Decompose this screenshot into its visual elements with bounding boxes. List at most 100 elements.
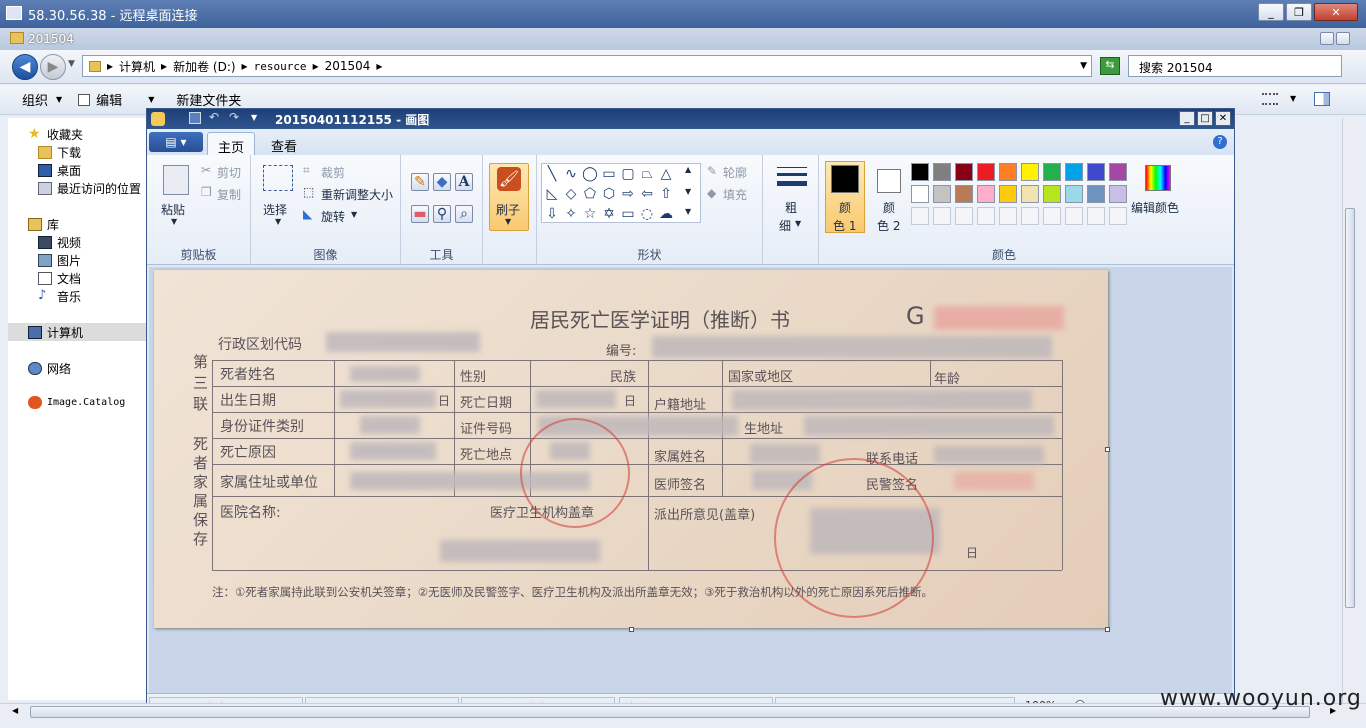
history-dropdown-icon[interactable]: ▼ [68, 59, 75, 69]
size-button-label1[interactable]: 粗 [785, 199, 797, 216]
palette-swatch[interactable] [911, 163, 929, 181]
diamond-shape-icon[interactable]: ◇ [562, 185, 580, 203]
organize-dropdown-icon[interactable]: ▼ [56, 95, 62, 104]
breadcrumb-drive[interactable]: 新加卷 (D:) [173, 58, 235, 75]
right-arrow-shape-icon[interactable]: ⇨ [619, 185, 637, 203]
scroll-left-icon[interactable]: ◀ [12, 706, 18, 715]
explorer-restore-button[interactable] [1336, 32, 1350, 45]
nav-recent[interactable]: 最近访问的位置 [38, 180, 141, 197]
quick-access-dropdown-icon[interactable]: ▼ [251, 113, 257, 122]
breadcrumb-201504[interactable]: 201504 [325, 59, 371, 73]
polygon-shape-icon[interactable]: ⏢ [638, 165, 656, 183]
canvas-area[interactable]: 居民死亡医学证明（推断）书 G 行政区划代码 编号: 第三联 死者家属保存 死者… [149, 267, 1232, 693]
shapes-scroll-down-icon[interactable]: ▼ [685, 187, 691, 196]
palette-swatch[interactable] [999, 185, 1017, 203]
paint-close-button[interactable]: ✕ [1215, 111, 1231, 126]
nav-image-catalog[interactable]: Image.Catalog [28, 396, 125, 409]
back-button[interactable]: ◀ [12, 54, 38, 80]
select-button[interactable]: 选择 [263, 201, 287, 218]
refresh-button[interactable]: ⇆ [1100, 57, 1120, 75]
palette-swatch[interactable] [911, 185, 929, 203]
palette-swatch[interactable] [933, 185, 951, 203]
right-triangle-shape-icon[interactable]: ◺ [543, 185, 561, 203]
breadcrumb-resource[interactable]: resource [254, 60, 307, 73]
view-dropdown-icon[interactable]: ▼ [1290, 94, 1296, 103]
palette-swatch[interactable] [955, 207, 973, 225]
nav-favorites[interactable]: ★ 收藏夹 [28, 126, 83, 143]
palette-swatch[interactable] [1021, 163, 1039, 181]
hexagon-shape-icon[interactable]: ⬡ [600, 185, 618, 203]
palette-swatch[interactable] [1109, 207, 1127, 225]
preview-pane-icon[interactable] [1314, 92, 1330, 106]
breadcrumb-computer[interactable]: 计算机 [119, 58, 155, 75]
triangle-shape-icon[interactable]: △ [657, 165, 675, 183]
breadcrumb[interactable]: ▸ 计算机 ▸ 新加卷 (D:) ▸ resource ▸ 201504 ▸ ▼ [82, 55, 1092, 77]
palette-swatch[interactable] [955, 163, 973, 181]
view-options-icon[interactable] [1262, 93, 1278, 105]
explorer-minimize-button[interactable] [1320, 32, 1334, 45]
palette-swatch[interactable] [1043, 207, 1061, 225]
search-input[interactable]: 搜索 201504 [1128, 55, 1342, 77]
new-folder-button[interactable]: 新建文件夹 [176, 90, 241, 109]
fill-button[interactable]: 填充 [723, 186, 747, 203]
callout-cloud-shape-icon[interactable]: ☁ [657, 205, 675, 223]
brush-dropdown-icon[interactable]: ▼ [505, 217, 511, 226]
paint-menu-button[interactable]: ▤ ▾ [149, 132, 203, 152]
rotate-dropdown-icon[interactable]: ▼ [351, 210, 357, 219]
size-button-label2[interactable]: 细 [779, 217, 791, 234]
star6-shape-icon[interactable]: ✡ [600, 205, 618, 223]
address-dropdown-icon[interactable]: ▼ [1080, 61, 1087, 71]
edit-button[interactable]: 编辑 [96, 90, 122, 109]
select-dropdown-icon[interactable]: ▼ [275, 217, 281, 226]
nav-documents[interactable]: 文档 [38, 270, 81, 287]
paste-icon[interactable] [163, 165, 189, 195]
palette-swatch[interactable] [1109, 185, 1127, 203]
hscroll-thumb[interactable] [30, 706, 1310, 718]
copy-button[interactable]: 复制 [217, 186, 241, 203]
resize-button[interactable]: 重新调整大小 [321, 186, 393, 203]
size-dropdown-icon[interactable]: ▼ [795, 219, 801, 228]
palette-swatch[interactable] [911, 207, 929, 225]
color2-swatch[interactable] [877, 169, 901, 193]
nav-downloads[interactable]: 下载 [38, 144, 81, 161]
palette-swatch[interactable] [1021, 185, 1039, 203]
palette-swatch[interactable] [933, 207, 951, 225]
canvas-resize-handle[interactable] [629, 627, 634, 632]
nav-pictures[interactable]: 图片 [38, 252, 81, 269]
paint-maximize-button[interactable]: □ [1197, 111, 1213, 126]
undo-icon[interactable]: ↶ [209, 110, 219, 124]
palette-swatch[interactable] [1087, 163, 1105, 181]
palette-swatch[interactable] [1065, 207, 1083, 225]
shapes-scroll-up-icon[interactable]: ▲ [685, 165, 691, 174]
line-shape-icon[interactable]: ╲ [543, 165, 561, 183]
certificate-image[interactable]: 居民死亡医学证明（推断）书 G 行政区划代码 编号: 第三联 死者家属保存 死者… [154, 270, 1108, 628]
callout-oval-shape-icon[interactable]: ◌ [638, 205, 656, 223]
nav-desktop[interactable]: 桌面 [38, 162, 81, 179]
help-icon[interactable]: ? [1213, 135, 1227, 149]
close-button[interactable]: ✕ [1314, 3, 1358, 21]
cut-button[interactable]: 剪切 [217, 164, 241, 181]
select-icon[interactable] [263, 165, 293, 191]
palette-swatch[interactable] [999, 163, 1017, 181]
save-icon[interactable] [189, 112, 201, 124]
edit-colors-button[interactable]: 编辑颜色 [1131, 199, 1179, 216]
organize-button[interactable]: 组织 [22, 90, 48, 109]
rotate-button[interactable]: 旋转 [321, 208, 345, 225]
palette-swatch[interactable] [1043, 163, 1061, 181]
rounded-rect-shape-icon[interactable]: ▢ [619, 165, 637, 183]
magnifier-icon[interactable]: ⌕ [455, 205, 473, 223]
oval-shape-icon[interactable]: ◯ [581, 165, 599, 183]
palette-swatch[interactable] [1087, 207, 1105, 225]
star4-shape-icon[interactable]: ✧ [562, 205, 580, 223]
palette-swatch[interactable] [977, 163, 995, 181]
paste-dropdown-icon[interactable]: ▼ [171, 217, 177, 226]
brush-button[interactable]: 刷子 [496, 201, 520, 218]
pencil-icon[interactable]: ✎ [411, 173, 429, 191]
palette-swatch[interactable] [933, 163, 951, 181]
pentagon-shape-icon[interactable]: ⬠ [581, 185, 599, 203]
palette-swatch[interactable] [1065, 163, 1083, 181]
curve-shape-icon[interactable]: ∿ [562, 165, 580, 183]
nav-computer[interactable]: 计算机 [8, 323, 146, 341]
palette-swatch[interactable] [1021, 207, 1039, 225]
palette-swatch[interactable] [977, 207, 995, 225]
